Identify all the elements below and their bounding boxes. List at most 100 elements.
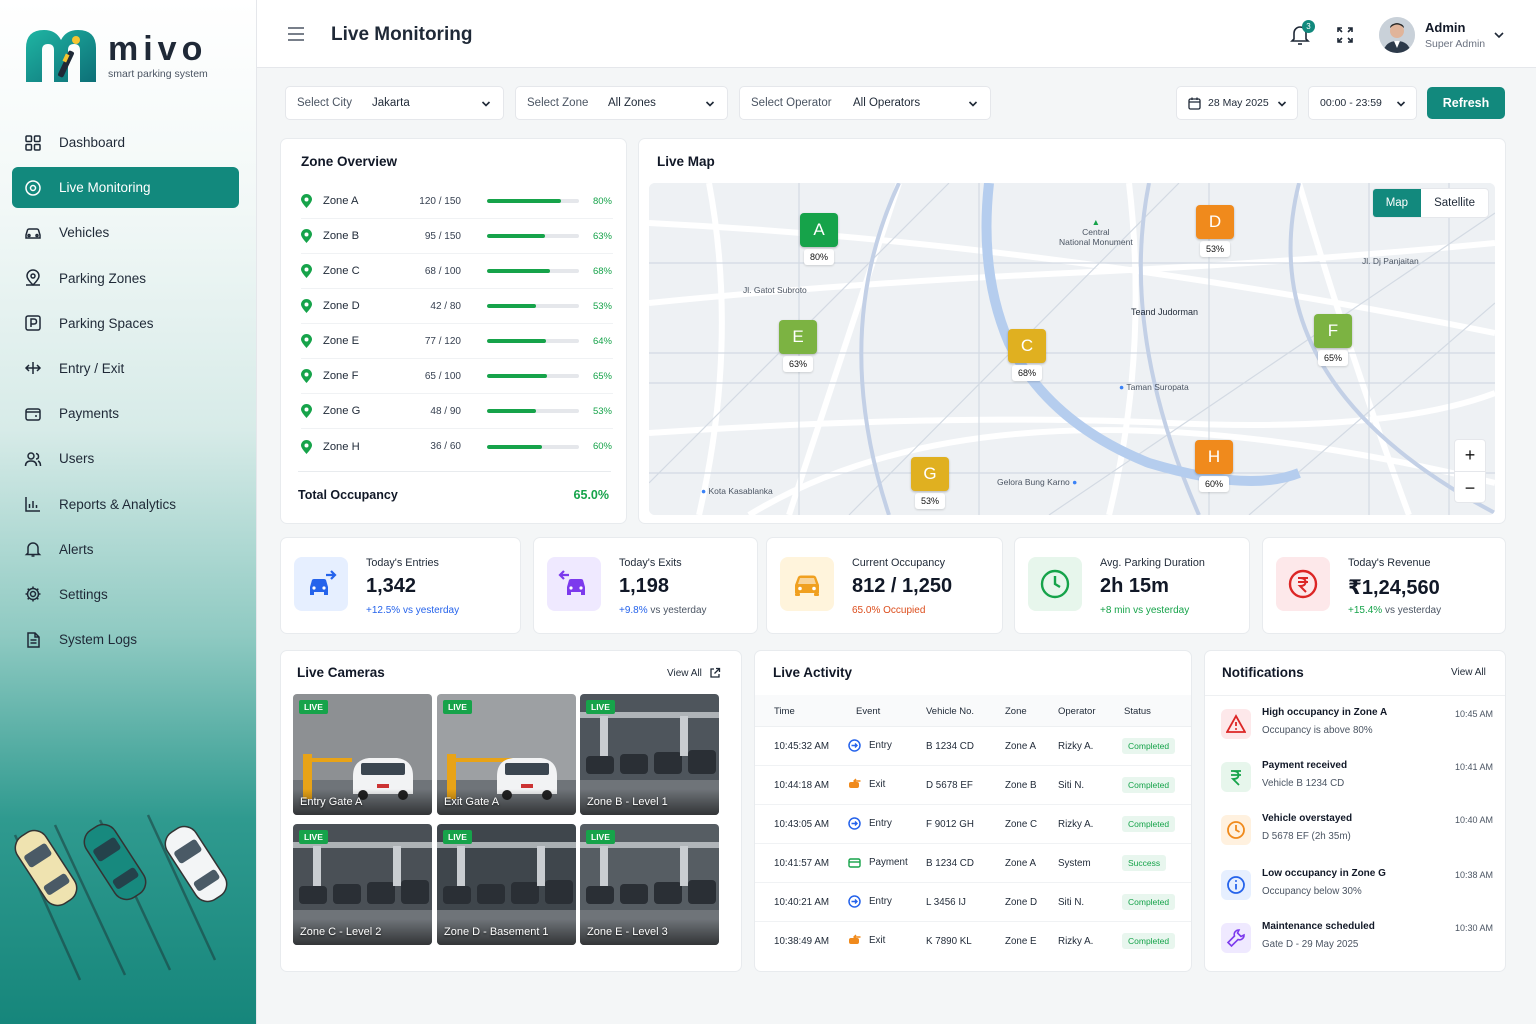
satellite-view-button[interactable]: Satellite [1421, 189, 1488, 217]
zone-row[interactable]: Zone G 48 / 90 53% [301, 394, 613, 429]
sidebar-item-label: Vehicles [59, 225, 110, 241]
live-cameras-card: Live Cameras View All LIVE Entry Gate A … [280, 650, 742, 972]
date-picker[interactable]: 28 May 2025 [1176, 86, 1298, 120]
row-zone: Zone B [1005, 780, 1037, 791]
zone-occupancy-bar [487, 409, 579, 413]
sidebar-item-live-monitoring[interactable]: Live Monitoring [12, 167, 239, 209]
time-range-value: 00:00 - 23:59 [1320, 97, 1382, 109]
notification-item[interactable]: Vehicle overstayed D 5678 EF (2h 35m) 10… [1221, 811, 1493, 864]
sidebar-item-users[interactable]: Users [12, 438, 239, 479]
sidebar-nav: Dashboard Live Monitoring Vehicles Parki… [12, 122, 239, 664]
brand-logo[interactable]: mivo smart parking system [24, 28, 208, 84]
camera-feed[interactable]: LIVE Zone C - Level 2 [293, 824, 432, 945]
menu-icon[interactable] [287, 27, 305, 41]
sidebar-item-reports[interactable]: Reports & Analytics [12, 484, 239, 525]
zone-select[interactable]: Select Zone All Zones [515, 86, 728, 120]
sidebar: mivo smart parking system Dashboard Live… [0, 0, 257, 1024]
stat-value: 1,198 [619, 575, 670, 597]
cameras-view-all-link[interactable]: View All [667, 667, 721, 679]
camera-feed[interactable]: LIVE Entry Gate A [293, 694, 432, 815]
map-canvas[interactable]: ▲ Central National Monument Jl. Gatot Subr… [649, 183, 1495, 515]
operator-select[interactable]: Select Operator All Operators [739, 86, 991, 120]
notifications-view-all-link[interactable]: View All [1451, 667, 1486, 678]
table-row[interactable]: 10:38:49 AM Exit K 7890 KL Zone E Rizky … [755, 922, 1191, 961]
notification-item[interactable]: High occupancy in Zone A Occupancy is ab… [1221, 705, 1493, 758]
zone-marker-a[interactable]: A 80% [799, 213, 839, 265]
stat-value: 1,342 [366, 575, 417, 597]
map-pin-icon [301, 334, 312, 348]
notification-item[interactable]: Low occupancy in Zone G Occupancy below … [1221, 866, 1493, 919]
camera-name: Zone D - Basement 1 [444, 926, 549, 938]
zone-row[interactable]: Zone C 68 / 100 68% [301, 254, 613, 289]
zoom-out-button[interactable]: − [1455, 472, 1485, 504]
sidebar-item-vehicles[interactable]: Vehicles [12, 212, 239, 253]
map-pin-icon [301, 194, 312, 208]
sidebar-item-settings[interactable]: Settings [12, 574, 239, 615]
stat-label: Today's Revenue [1348, 557, 1431, 569]
column-header-event: Event [856, 706, 881, 717]
sidebar-item-label: Settings [59, 586, 108, 602]
stat-icon-tile [547, 557, 601, 611]
table-row[interactable]: 10:41:57 AM Payment B 1234 CD Zone A Sys… [755, 844, 1191, 883]
row-event-label: Exit [869, 779, 886, 790]
live-badge: LIVE [299, 830, 328, 844]
zone-occupancy-bar [487, 304, 579, 308]
table-row[interactable]: 10:45:32 AM Entry B 1234 CD Zone A Rizky… [755, 727, 1191, 766]
zone-row[interactable]: Zone H 36 / 60 60% [301, 429, 613, 464]
map-view-button[interactable]: Map [1372, 189, 1422, 217]
row-vehicle: B 1234 CD [926, 858, 974, 869]
sidebar-item-parking-spaces[interactable]: Parking Spaces [12, 303, 239, 344]
sidebar-item-payments[interactable]: Payments [12, 393, 239, 434]
time-range-picker[interactable]: 00:00 - 23:59 [1308, 86, 1417, 120]
exit-event-icon [849, 934, 861, 944]
zone-marker-d[interactable]: D 53% [1195, 205, 1235, 257]
sidebar-item-label: Parking Zones [59, 270, 147, 286]
row-vehicle: F 9012 GH [926, 819, 974, 830]
sidebar-item-alerts[interactable]: Alerts [12, 529, 239, 570]
chevron-down-icon[interactable] [1493, 30, 1505, 40]
refresh-button[interactable]: Refresh [1427, 87, 1505, 119]
fullscreen-icon[interactable] [1336, 26, 1354, 44]
zone-row[interactable]: Zone B 95 / 150 63% [301, 219, 613, 254]
zone-occupancy-fill [487, 374, 547, 378]
notification-item[interactable]: Maintenance scheduled Gate D - 29 May 20… [1221, 919, 1493, 972]
table-row[interactable]: 10:40:21 AM Entry L 3456 IJ Zone D Siti … [755, 883, 1191, 922]
brand-tagline: smart parking system [108, 68, 208, 80]
camera-feed[interactable]: LIVE Zone D - Basement 1 [437, 824, 576, 945]
zone-marker-g[interactable]: G 53% [910, 457, 950, 509]
table-row[interactable]: 10:44:18 AM Exit D 5678 EF Zone B Siti N… [755, 766, 1191, 805]
zone-marker-h[interactable]: H 60% [1194, 440, 1234, 492]
sidebar-item-label: System Logs [59, 632, 138, 648]
zone-row[interactable]: Zone A 120 / 150 80% [301, 184, 613, 219]
live-cameras-title: Live Cameras [297, 665, 385, 680]
notification-item[interactable]: Payment received Vehicle B 1234 CD 10:41… [1221, 758, 1493, 811]
column-header-operator: Operator [1058, 706, 1096, 717]
camera-feed[interactable]: LIVE Zone B - Level 1 [580, 694, 719, 815]
map-pin-icon [301, 299, 312, 313]
stat-card: Today's Exits 1,198 +9.8% vs yesterday [533, 537, 758, 634]
zone-row[interactable]: Zone E 77 / 120 64% [301, 324, 613, 359]
sidebar-item-dashboard[interactable]: Dashboard [12, 122, 239, 163]
user-avatar[interactable] [1379, 17, 1415, 53]
map-label-teand-judorman: Teand Judorman [1131, 307, 1199, 317]
zone-marker-e[interactable]: E 63% [778, 320, 818, 372]
zone-marker-f[interactable]: F 65% [1313, 314, 1353, 366]
status-badge: Completed [1122, 894, 1176, 910]
city-select[interactable]: Select City Jakarta [285, 86, 504, 120]
sidebar-item-parking-zones[interactable]: Parking Zones [12, 258, 239, 299]
sidebar-item-entry-exit[interactable]: Entry / Exit [12, 348, 239, 389]
monitor-icon [25, 179, 41, 196]
zone-marker-c[interactable]: C 68% [1007, 329, 1047, 381]
live-badge: LIVE [586, 830, 615, 844]
sidebar-item-system-logs[interactable]: System Logs [12, 619, 239, 660]
stat-label: Today's Exits [619, 557, 682, 569]
camera-feed[interactable]: LIVE Zone E - Level 3 [580, 824, 719, 945]
column-header-status: Status [1124, 706, 1151, 717]
table-row[interactable]: 10:43:05 AM Entry F 9012 GH Zone C Rizky… [755, 805, 1191, 844]
camera-feed[interactable]: LIVE Exit Gate A [437, 694, 576, 815]
zone-row[interactable]: Zone F 65 / 100 65% [301, 359, 613, 394]
zone-row[interactable]: Zone D 42 / 80 53% [301, 289, 613, 324]
zone-percent: 68% [592, 265, 612, 277]
zoom-in-button[interactable]: + [1455, 440, 1485, 472]
rupee-icon [1230, 770, 1241, 786]
